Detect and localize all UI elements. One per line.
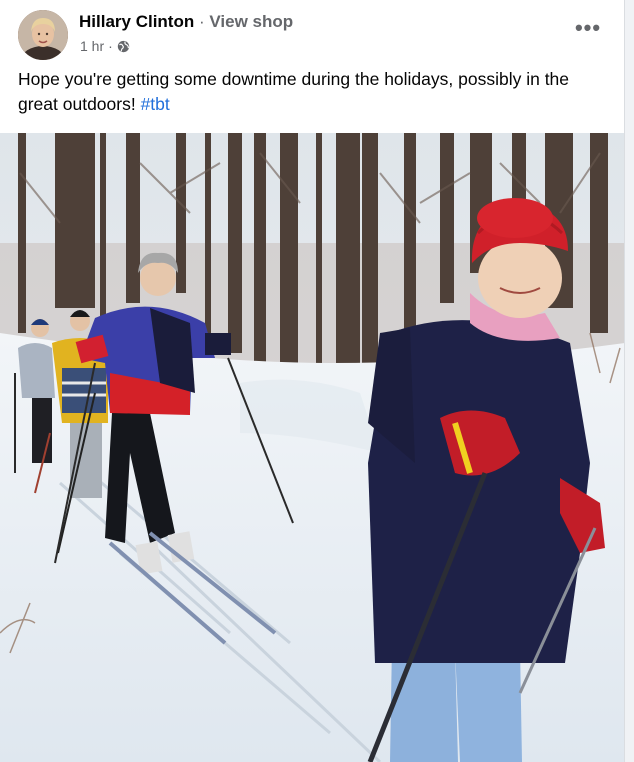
post-photo[interactable]: [0, 133, 624, 762]
view-shop-link[interactable]: View shop: [209, 12, 293, 31]
author-avatar[interactable]: [18, 10, 68, 60]
post-card: Hillary Clinton · View shop 1 hr · ••• H…: [0, 0, 625, 762]
author-name[interactable]: Hillary Clinton: [79, 12, 194, 31]
post-text: Hope you're getting some downtime during…: [18, 67, 608, 117]
post-body: Hope you're getting some downtime during…: [18, 69, 570, 114]
author-separator: ·: [198, 12, 205, 31]
globe-icon[interactable]: [117, 40, 130, 53]
post-meta: 1 hr ·: [80, 38, 130, 54]
meta-separator: ·: [108, 38, 113, 54]
more-options-icon[interactable]: •••: [570, 14, 606, 42]
author-line: Hillary Clinton · View shop: [79, 12, 293, 32]
hashtag-link[interactable]: #tbt: [141, 94, 170, 114]
post-header: Hillary Clinton · View shop 1 hr · •••: [18, 10, 606, 60]
post-timestamp[interactable]: 1 hr: [80, 38, 104, 54]
